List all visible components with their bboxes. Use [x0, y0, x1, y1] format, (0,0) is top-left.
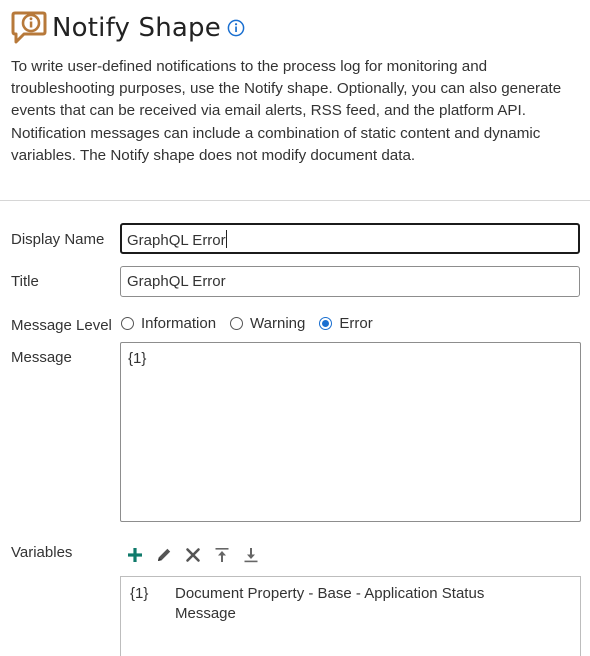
variables-list: {1} Document Property - Base - Applicati… [120, 576, 581, 656]
display-name-label: Display Name [11, 231, 105, 248]
radio-circle-selected [319, 317, 333, 330]
move-to-bottom-icon[interactable] [242, 545, 260, 565]
section-divider [0, 200, 590, 201]
radio-warning[interactable]: Warning [230, 315, 305, 332]
variables-label: Variables [11, 544, 73, 561]
shape-description: To write user-defined notifications to t… [11, 58, 562, 164]
variables-toolbar [126, 545, 271, 565]
page-header: Notify Shape [10, 8, 245, 48]
radio-information[interactable]: Information [121, 315, 216, 332]
edit-pencil-icon[interactable] [155, 545, 173, 565]
title-input[interactable]: GraphQL Error [120, 266, 580, 297]
title-label: Title [11, 273, 39, 290]
message-value: {1} [128, 350, 147, 367]
page-title: Notify Shape [52, 13, 221, 43]
message-level-label: Message Level [11, 317, 112, 334]
message-textarea[interactable]: {1} [120, 342, 581, 522]
text-caret [225, 230, 227, 248]
radio-circle [121, 317, 134, 330]
title-value: GraphQL Error [127, 273, 226, 290]
radio-label-information: Information [141, 315, 217, 332]
variable-key: {1} [130, 585, 149, 602]
display-name-value: GraphQL Error [127, 232, 226, 249]
add-icon[interactable] [126, 545, 144, 565]
radio-label-warning: Warning [250, 315, 306, 332]
display-name-input[interactable]: GraphQL Error [120, 223, 580, 254]
variable-value: Document Property - Base - Application S… [175, 585, 485, 622]
radio-error[interactable]: Error [319, 315, 373, 332]
message-label: Message [11, 349, 72, 366]
message-level-radio-group: Information Warning Error [121, 315, 387, 332]
radio-label-error: Error [339, 315, 373, 332]
list-item[interactable]: {1} Document Property - Base - Applicati… [130, 584, 505, 624]
move-to-top-icon[interactable] [213, 545, 231, 565]
radio-circle [230, 317, 244, 330]
notify-speech-bubble-icon [11, 11, 47, 44]
delete-x-icon[interactable] [184, 545, 202, 565]
info-icon[interactable] [227, 19, 245, 37]
